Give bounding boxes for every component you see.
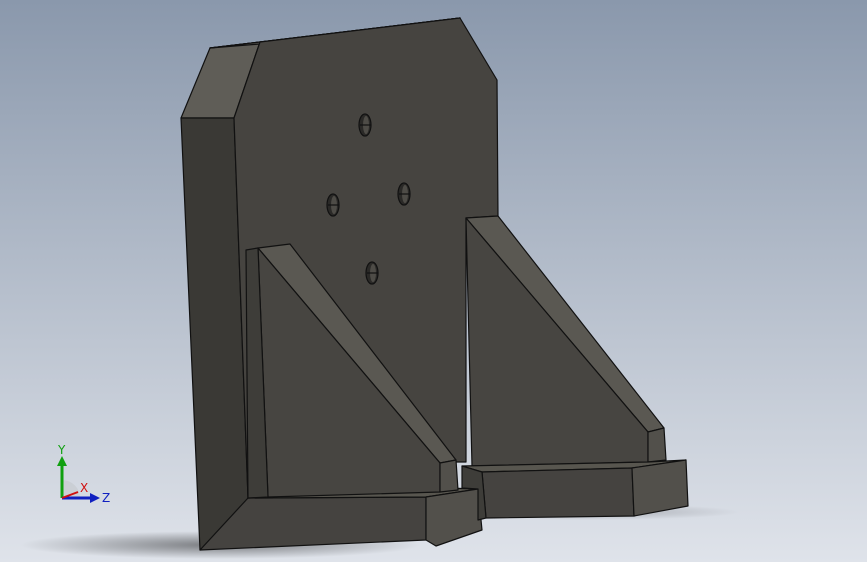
y-axis-arrow-icon [57, 456, 67, 466]
graphics-viewport[interactable]: Y Z X [0, 0, 867, 562]
z-axis-label: Z [102, 491, 110, 505]
z-axis-arrow-icon [90, 493, 100, 503]
base-right-front-face[interactable] [481, 467, 635, 519]
x-axis-label: X [80, 481, 88, 495]
y-axis-label: Y [57, 443, 66, 457]
model-scene[interactable] [0, 0, 867, 562]
base-right-end-face[interactable] [631, 459, 689, 517]
hole-top[interactable] [358, 113, 372, 137]
hole-left[interactable] [326, 193, 340, 217]
hole-right[interactable] [397, 182, 411, 206]
right-rib-top-face[interactable] [647, 427, 667, 463]
left-rib-top-face[interactable] [439, 459, 459, 493]
view-orientation-triad[interactable]: Y Z X [50, 440, 120, 510]
hole-bottom[interactable] [365, 261, 379, 285]
